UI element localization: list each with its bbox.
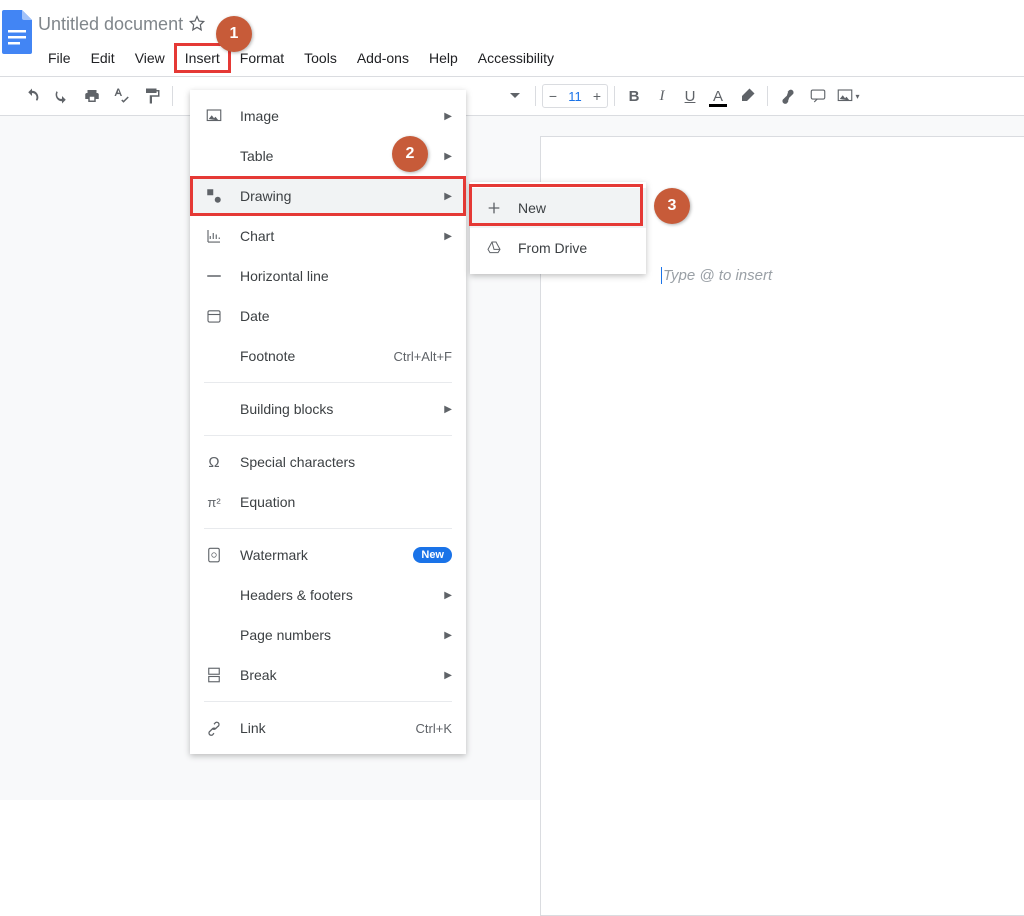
insert-footnote-item[interactable]: Footnote Ctrl+Alt+F	[190, 336, 466, 376]
insert-comment-button[interactable]	[804, 82, 832, 110]
menu-help[interactable]: Help	[419, 44, 468, 72]
link-icon	[204, 718, 224, 738]
insert-image-item[interactable]: Image ▶	[190, 96, 466, 136]
plus-icon	[484, 198, 504, 218]
insert-page-numbers-item[interactable]: Page numbers ▶	[190, 615, 466, 655]
new-badge: New	[413, 547, 452, 563]
step-badge-2: 2	[392, 136, 428, 172]
pi-icon: π²	[204, 492, 224, 512]
chevron-right-icon: ▶	[444, 111, 452, 122]
chevron-right-icon: ▶	[444, 404, 452, 415]
chevron-right-icon: ▶	[444, 151, 452, 162]
drawing-from-drive-item[interactable]: From Drive	[470, 228, 646, 268]
drawing-submenu: New From Drive	[470, 182, 646, 274]
insert-break-item[interactable]: Break ▶	[190, 655, 466, 695]
font-size-control[interactable]: − 11 +	[542, 84, 608, 108]
hline-icon	[204, 266, 224, 286]
break-icon	[204, 665, 224, 685]
menu-accessibility[interactable]: Accessibility	[468, 44, 564, 72]
insert-link-item[interactable]: Link Ctrl+K	[190, 708, 466, 748]
undo-button[interactable]	[18, 82, 46, 110]
redo-button[interactable]	[48, 82, 76, 110]
print-button[interactable]	[78, 82, 106, 110]
insert-special-chars-item[interactable]: Ω Special characters	[190, 442, 466, 482]
star-icon[interactable]	[187, 14, 207, 34]
insert-placeholder: Type @ to insert	[661, 267, 772, 284]
font-size-increase[interactable]: +	[587, 88, 607, 104]
drawing-new-item[interactable]: New	[470, 188, 646, 228]
drawing-icon	[204, 186, 224, 206]
chevron-right-icon: ▶	[444, 670, 452, 681]
menu-insert[interactable]: Insert	[175, 44, 230, 72]
paint-format-button[interactable]	[138, 82, 166, 110]
highlight-button[interactable]	[733, 82, 761, 110]
chart-icon	[204, 226, 224, 246]
toolbar: − 11 + B I U A ▾	[0, 76, 1024, 116]
menu-file[interactable]: File	[38, 44, 81, 72]
chevron-right-icon: ▶	[444, 630, 452, 641]
spellcheck-button[interactable]	[108, 82, 136, 110]
omega-icon: Ω	[204, 452, 224, 472]
insert-dropdown: Image ▶ Table ▶ Drawing ▶ Chart ▶ Horizo…	[190, 90, 466, 754]
insert-drawing-item[interactable]: Drawing ▶	[190, 176, 466, 216]
insert-hline-item[interactable]: Horizontal line	[190, 256, 466, 296]
docs-logo-icon	[0, 8, 36, 56]
insert-building-blocks-item[interactable]: Building blocks ▶	[190, 389, 466, 429]
insert-watermark-item[interactable]: Watermark New	[190, 535, 466, 575]
menu-tools[interactable]: Tools	[294, 44, 347, 72]
chevron-right-icon: ▶	[444, 231, 452, 242]
insert-equation-item[interactable]: π² Equation	[190, 482, 466, 522]
document-title[interactable]: Untitled document	[38, 14, 183, 35]
menu-view[interactable]: View	[125, 44, 175, 72]
insert-link-button[interactable]	[774, 82, 802, 110]
insert-chart-item[interactable]: Chart ▶	[190, 216, 466, 256]
chevron-right-icon: ▶	[444, 590, 452, 601]
image-icon	[204, 106, 224, 126]
styles-dropdown[interactable]	[501, 82, 529, 110]
font-size-value[interactable]: 11	[563, 89, 587, 104]
font-size-decrease[interactable]: −	[543, 88, 563, 104]
insert-headers-footers-item[interactable]: Headers & footers ▶	[190, 575, 466, 615]
chevron-right-icon: ▶	[444, 191, 452, 202]
menu-bar: File Edit View Insert Format Tools Add-o…	[36, 40, 1024, 76]
text-color-button[interactable]: A	[705, 88, 731, 105]
insert-image-button[interactable]: ▾	[834, 82, 862, 110]
insert-date-item[interactable]: Date	[190, 296, 466, 336]
bold-button[interactable]: B	[621, 88, 647, 105]
watermark-icon	[204, 545, 224, 565]
italic-button[interactable]: I	[649, 88, 675, 105]
menu-addons[interactable]: Add-ons	[347, 44, 419, 72]
underline-button[interactable]: U	[677, 88, 703, 105]
date-icon	[204, 306, 224, 326]
drive-icon	[484, 238, 504, 258]
menu-edit[interactable]: Edit	[81, 44, 125, 72]
step-badge-3: 3	[654, 188, 690, 224]
step-badge-1: 1	[216, 16, 252, 52]
